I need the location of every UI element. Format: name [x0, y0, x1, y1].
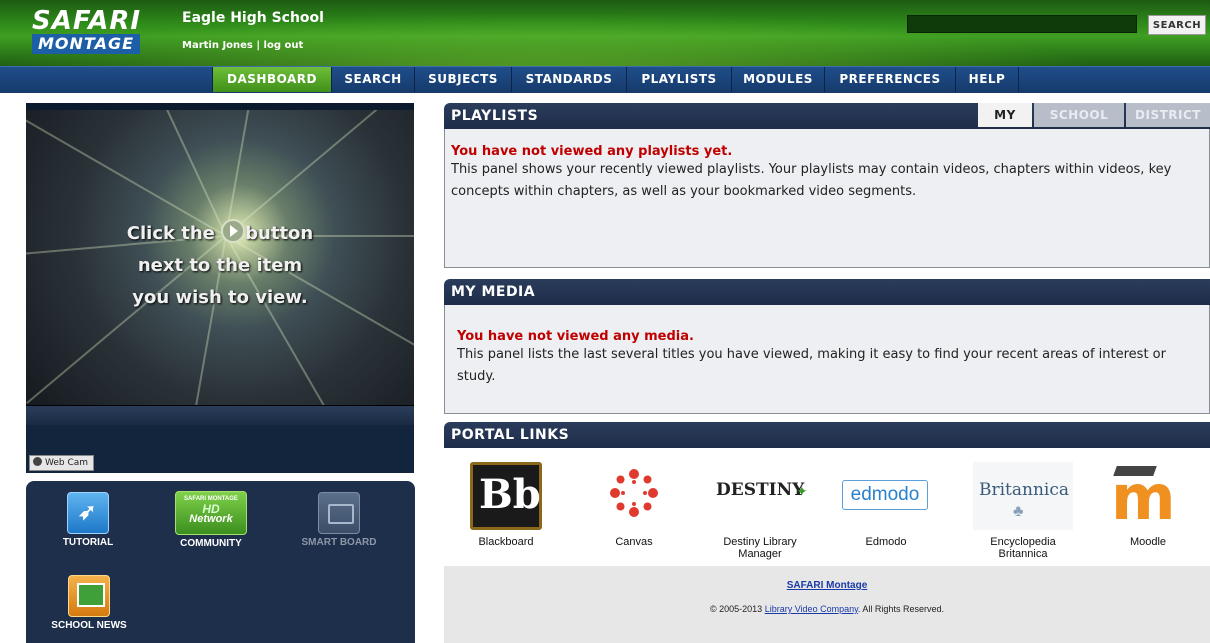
instruction-pre: Click the: [126, 223, 215, 244]
playlists-panel: You have not viewed any playlists yet. T…: [444, 129, 1210, 268]
portal-link-blackboard[interactable]: Bb Blackboard: [456, 462, 556, 548]
school-name: Eagle High School: [182, 10, 324, 26]
tools-panel: TUTORIAL SAFARI MONTAGE HD Network COMMU…: [26, 481, 415, 643]
moodle-logo-icon: m: [1103, 461, 1193, 534]
canvas-logo-icon: [603, 462, 665, 530]
edmodo-logo-icon: edmodo: [838, 462, 934, 530]
network-line-3: Network: [189, 513, 233, 525]
nav-preferences[interactable]: PREFERENCES: [824, 67, 955, 92]
nav-help[interactable]: HELP: [955, 67, 1019, 92]
destiny-label: Destiny Library Manager: [723, 536, 797, 560]
playlists-description: This panel shows your recently viewed pl…: [451, 162, 1172, 199]
playlists-empty-message: You have not viewed any playlists yet.: [451, 144, 733, 159]
instruction-line-2: next to the item: [137, 255, 303, 276]
canvas-logo-svg: [610, 469, 658, 517]
my-media-title: MY MEDIA: [451, 284, 536, 300]
copyright-pre: © 2005-2013: [710, 604, 763, 614]
copyright-post: . All Rights Reserved.: [857, 604, 944, 614]
video-instructions: Click the button next to the item you wi…: [26, 218, 414, 314]
blackboard-label: Blackboard: [478, 536, 534, 548]
nav-dashboard[interactable]: DASHBOARD: [212, 67, 331, 92]
instruction-line-1: Click the button: [26, 218, 414, 250]
moodle-logo-text: m: [1111, 461, 1176, 534]
main-nav: DASHBOARD SEARCH SUBJECTS STANDARDS PLAY…: [0, 66, 1210, 93]
search-button[interactable]: SEARCH: [1148, 15, 1206, 35]
edmodo-logo-text: edmodo: [842, 480, 928, 510]
video-frame[interactable]: Click the button next to the item you wi…: [26, 110, 414, 405]
webcam-icon: [33, 457, 42, 466]
britannica-logo-icon: Britannica ♣: [973, 462, 1073, 530]
logo-bottom-text: MONTAGE: [32, 34, 141, 54]
logo-top-text: SAFARI: [32, 6, 142, 36]
portal-links-title: PORTAL LINKS: [451, 427, 570, 443]
tutorial-label: TUTORIAL: [62, 537, 114, 548]
portal-link-moodle[interactable]: m Moodle: [1098, 461, 1198, 549]
playlists-header: PLAYLISTS MY SCHOOL DISTRICT: [444, 103, 1210, 129]
nav-search[interactable]: SEARCH: [331, 67, 414, 92]
footer-copyright: © 2005-2013 Library Video Company. All R…: [444, 604, 1210, 614]
portal-links-header: PORTAL LINKS: [444, 422, 1210, 448]
school-news-label: SCHOOL NEWS: [51, 620, 127, 631]
smart-board-icon: [318, 492, 360, 534]
community-tool[interactable]: SAFARI MONTAGE HD Network COMMUNITY: [166, 491, 256, 549]
blackboard-logo-text: Bb: [479, 471, 541, 518]
portal-link-britannica[interactable]: Britannica ♣ Encyclopedia Britannica: [973, 462, 1073, 560]
safari-montage-link[interactable]: SAFARI Montage: [787, 580, 868, 591]
my-media-empty-message: You have not viewed any media.: [457, 329, 694, 344]
instruction-post: button: [245, 223, 314, 244]
tree-icon: ♣: [1013, 503, 1024, 520]
school-news-icon: [68, 575, 110, 617]
tab-district[interactable]: DISTRICT: [1126, 103, 1210, 127]
search-input[interactable]: [907, 15, 1137, 33]
destiny-leaf-icon: ✦: [796, 483, 808, 499]
destiny-logo-text: DESTINY: [716, 480, 805, 500]
smart-board-label: SMART BOARD: [301, 537, 377, 548]
smart-board-tool: SMART BOARD: [294, 492, 384, 548]
user-name: Martin Jones: [182, 40, 253, 51]
moodle-label: Moodle: [1129, 536, 1167, 548]
portal-link-destiny[interactable]: DESTINY ✦ Destiny Library Manager: [710, 462, 810, 561]
tab-my[interactable]: MY: [978, 103, 1032, 127]
tutorial-icon: [67, 492, 109, 534]
play-icon: [221, 219, 246, 243]
my-media-header: MY MEDIA: [444, 279, 1210, 305]
library-video-company-link[interactable]: Library Video Company: [765, 604, 858, 614]
nav-modules[interactable]: MODULES: [731, 67, 824, 92]
footer: SAFARI Montage © 2005-2013 Library Video…: [444, 566, 1210, 643]
video-controls-bar: [26, 405, 414, 426]
my-media-panel: You have not viewed any media. This pane…: [444, 305, 1210, 414]
footer-brand-line: SAFARI Montage: [444, 580, 1210, 591]
playlists-title: PLAYLISTS: [451, 108, 539, 124]
nav-standards[interactable]: STANDARDS: [511, 67, 626, 92]
tutorial-tool[interactable]: TUTORIAL: [46, 492, 130, 548]
britannica-label: Encyclopedia Britannica: [990, 536, 1056, 560]
destiny-logo-icon: DESTINY ✦: [710, 462, 810, 530]
school-news-tool[interactable]: SCHOOL NEWS: [44, 575, 134, 631]
my-media-content: You have not viewed any media. This pane…: [457, 329, 1202, 388]
blackboard-logo-icon: Bb: [470, 462, 542, 530]
nav-subjects[interactable]: SUBJECTS: [414, 67, 511, 92]
webcam-label: Web Cam: [45, 458, 89, 468]
tab-school[interactable]: SCHOOL: [1034, 103, 1124, 127]
video-player[interactable]: Click the button next to the item you wi…: [26, 103, 414, 473]
instruction-line-3: you wish to view.: [132, 287, 308, 308]
header: SAFARI MONTAGE Eagle High School Martin …: [0, 0, 1210, 66]
logout-link[interactable]: log out: [264, 40, 304, 51]
safari-montage-logo[interactable]: SAFARI MONTAGE: [32, 8, 140, 62]
my-media-description: This panel lists the last several titles…: [457, 347, 1166, 384]
portal-link-edmodo[interactable]: edmodo Edmodo: [836, 462, 936, 548]
community-label: COMMUNITY: [180, 538, 242, 549]
user-separator: |: [256, 40, 261, 51]
britannica-logo-text: Britannica: [979, 480, 1070, 500]
nav-playlists[interactable]: PLAYLISTS: [626, 67, 731, 92]
playlists-content: You have not viewed any playlists yet. T…: [451, 144, 1201, 203]
user-line: Martin Jones | log out: [182, 40, 303, 51]
edmodo-label: Edmodo: [865, 536, 907, 548]
hd-network-icon: SAFARI MONTAGE HD Network: [175, 491, 247, 535]
webcam-button[interactable]: Web Cam: [29, 455, 95, 471]
portal-link-canvas[interactable]: Canvas: [584, 462, 684, 548]
canvas-label: Canvas: [615, 536, 653, 548]
portal-links-panel: Bb Blackboard Canvas DESTINY ✦ Destiny L…: [444, 448, 1210, 566]
